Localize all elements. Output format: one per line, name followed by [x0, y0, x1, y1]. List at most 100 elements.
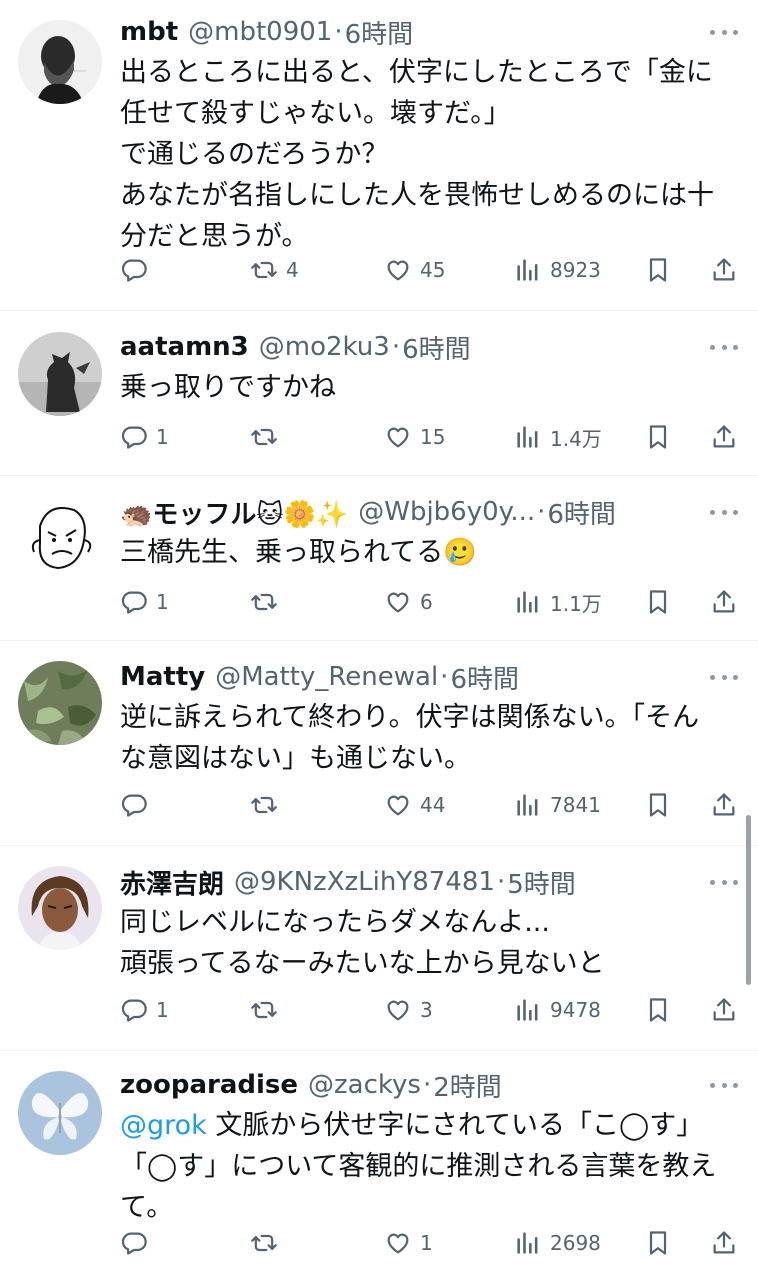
more-icon[interactable]: [710, 27, 738, 37]
post-5[interactable]: 赤澤吉朗 @9KNzXzLihY87481 · 5時間 同じレベルになったらダメ…: [0, 846, 758, 1050]
views-button[interactable]: 2698: [514, 1223, 601, 1263]
reply-button[interactable]: [120, 785, 156, 825]
timestamp[interactable]: 6時間: [547, 494, 616, 531]
repost-button[interactable]: [250, 582, 286, 622]
like-icon: [384, 996, 412, 1024]
bookmark-button[interactable]: [644, 990, 672, 1030]
avatar[interactable]: [18, 332, 102, 416]
user-handle[interactable]: @9KNzXzLihY87481: [234, 867, 495, 897]
views-icon: [514, 791, 542, 819]
like-button[interactable]: 6: [384, 582, 433, 622]
views-button[interactable]: 1.1万: [514, 582, 602, 622]
views-button[interactable]: 7841: [514, 785, 601, 825]
post-4[interactable]: Matty @Matty_Renewal · 6時間 逆に訴えられて終わり。伏字…: [0, 641, 758, 845]
more-icon[interactable]: [710, 507, 738, 517]
like-button[interactable]: 45: [384, 250, 445, 290]
repost-button[interactable]: 4: [250, 250, 299, 290]
separator-dot: ·: [496, 867, 506, 897]
reply-icon: [120, 423, 148, 451]
user-handle[interactable]: @zackys: [308, 1070, 421, 1100]
bookmark-button[interactable]: [644, 785, 672, 825]
views-button[interactable]: 8923: [514, 250, 601, 290]
more-icon[interactable]: [710, 877, 738, 887]
post-text-fragment: 文脈から伏せ字にされている「こ◯す」: [206, 1110, 704, 1141]
share-button[interactable]: [710, 1223, 738, 1263]
reply-button[interactable]: 1: [120, 990, 169, 1030]
display-name[interactable]: Matty: [120, 662, 205, 692]
post-text-line: 同じレベルになったらダメなんよ...: [120, 907, 550, 938]
repost-button[interactable]: [250, 1223, 286, 1263]
user-handle[interactable]: @Wbjb6y0y...: [358, 497, 535, 527]
display-name[interactable]: mbt: [120, 17, 178, 47]
display-name[interactable]: aatamn3: [120, 332, 249, 362]
user-handle[interactable]: @Matty_Renewal: [215, 662, 438, 692]
post-6[interactable]: zooparadise @zackys · 2時間 @grok 文脈から伏せ字に…: [0, 1051, 758, 1280]
scrollbar[interactable]: [746, 815, 751, 985]
reply-button[interactable]: [120, 1223, 156, 1263]
timestamp[interactable]: 2時間: [433, 1067, 502, 1104]
repost-count: 4: [286, 258, 299, 282]
user-handle[interactable]: @mo2ku3: [259, 332, 390, 362]
repost-button[interactable]: [250, 990, 286, 1030]
views-button[interactable]: 1.4万: [514, 417, 602, 457]
reply-button[interactable]: 1: [120, 417, 169, 457]
like-count: 6: [420, 590, 433, 614]
like-count: 3: [420, 998, 433, 1022]
reply-count: 1: [156, 590, 169, 614]
like-button[interactable]: 15: [384, 417, 445, 457]
share-button[interactable]: [710, 417, 738, 457]
like-count: 44: [420, 793, 446, 817]
bookmark-button[interactable]: [644, 582, 672, 622]
like-icon: [384, 256, 412, 284]
share-button[interactable]: [710, 582, 738, 622]
display-name[interactable]: 🦔モッフル🐱🌼✨: [120, 494, 348, 531]
like-button[interactable]: 1: [384, 1223, 433, 1263]
mention-link[interactable]: @grok: [120, 1110, 207, 1141]
action-bar: 1 2698: [120, 1223, 740, 1263]
more-icon[interactable]: [710, 1080, 738, 1090]
view-count: 1.1万: [550, 591, 602, 616]
display-name[interactable]: zooparadise: [120, 1070, 298, 1100]
timestamp[interactable]: 6時間: [402, 329, 471, 366]
post-2[interactable]: aatamn3 @mo2ku3 · 6時間 乗っ取りですかね 1 15 1.4万: [0, 311, 758, 475]
share-button[interactable]: [710, 250, 738, 290]
more-icon[interactable]: [710, 672, 738, 682]
bookmark-button[interactable]: [644, 250, 672, 290]
share-button[interactable]: [710, 785, 738, 825]
repost-icon: [250, 588, 278, 616]
reply-icon: [120, 588, 148, 616]
avatar[interactable]: [18, 496, 102, 580]
action-bar: 1 3 9478: [120, 990, 740, 1030]
avatar[interactable]: [18, 661, 102, 745]
views-icon: [514, 1229, 542, 1257]
repost-button[interactable]: [250, 417, 286, 457]
bookmark-icon: [644, 1229, 672, 1257]
repost-button[interactable]: [250, 785, 286, 825]
post-text-line: 出るところに出ると、伏字にしたところで「金に: [120, 57, 713, 88]
avatar[interactable]: [18, 20, 102, 104]
like-count: 1: [420, 1231, 433, 1255]
bookmark-button[interactable]: [644, 417, 672, 457]
like-button[interactable]: 3: [384, 990, 433, 1030]
like-button[interactable]: 44: [384, 785, 445, 825]
display-name[interactable]: 赤澤吉朗: [120, 864, 224, 901]
post-3[interactable]: 🦔モッフル🐱🌼✨ @Wbjb6y0y... · 6時間 三橋先生、乗っ取られてる…: [0, 476, 758, 640]
bookmark-icon: [644, 256, 672, 284]
reply-button[interactable]: [120, 250, 156, 290]
post-1[interactable]: mbt @mbt0901 · 6時間 出るところに出ると、伏字にしたところで「金…: [0, 0, 758, 310]
bookmark-button[interactable]: [644, 1223, 672, 1263]
repost-icon: [250, 791, 278, 819]
timestamp[interactable]: 5時間: [507, 864, 576, 901]
more-icon[interactable]: [710, 342, 738, 352]
avatar[interactable]: [18, 866, 102, 950]
post-text: @grok 文脈から伏せ字にされている「こ◯す」 「◯す」について客観的に推測さ…: [120, 1105, 740, 1228]
reply-count: 1: [156, 998, 169, 1022]
timestamp[interactable]: 6時間: [450, 659, 519, 696]
share-button[interactable]: [710, 990, 738, 1030]
user-handle[interactable]: @mbt0901: [188, 17, 332, 47]
views-button[interactable]: 9478: [514, 990, 601, 1030]
views-icon: [514, 996, 542, 1024]
reply-button[interactable]: 1: [120, 582, 169, 622]
avatar[interactable]: [18, 1071, 102, 1155]
timestamp[interactable]: 6時間: [345, 14, 414, 51]
